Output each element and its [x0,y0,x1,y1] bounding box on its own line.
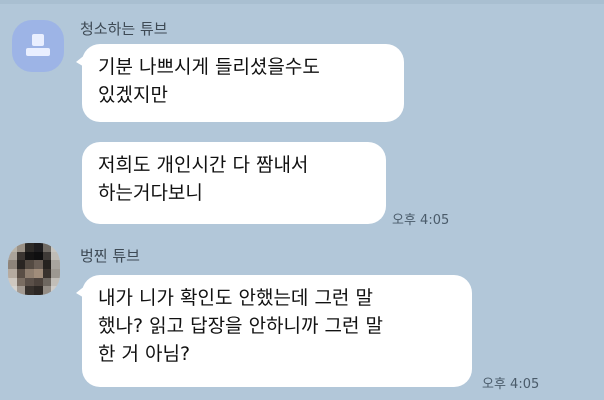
profile-body-shape [26,48,50,56]
pixelated-profile-photo[interactable] [8,243,60,295]
sender-name: 청소하는 튜브 [80,20,168,38]
message-bubble[interactable]: 저희도 개인시간 다 짬내서 하는거다보니 [82,142,386,224]
top-edge [0,0,604,4]
message-line: 기분 나쁘시게 들리셨을수도 [98,56,320,78]
message-line: 내가 니가 확인도 안했는데 그런 말 [98,287,373,309]
profile-head-shape [32,34,44,46]
message-bubble[interactable]: 내가 니가 확인도 안했는데 그런 말 했나? 읽고 답장을 안하니까 그런 말… [76,275,472,387]
message-bubble[interactable]: 기분 나쁘시게 들리셨을수도 있겠지만 [76,44,404,122]
pixel-mosaic [8,243,60,295]
default-profile-icon[interactable] [12,20,64,72]
message-line: 저희도 개인시간 다 짬내서 [98,154,309,176]
message-line: 있겠지만 [98,84,168,106]
message-timestamp: 오후 4:05 [392,213,450,228]
sender-name: 벙찐 튜브 [80,247,140,265]
message-line: 한 거 아님? [98,343,191,365]
message-line: 하는거다보니 [98,182,203,204]
message-line: 했나? 읽고 답장을 안하니까 그런 말 [98,315,384,337]
message-timestamp: 오후 4:05 [482,377,540,392]
